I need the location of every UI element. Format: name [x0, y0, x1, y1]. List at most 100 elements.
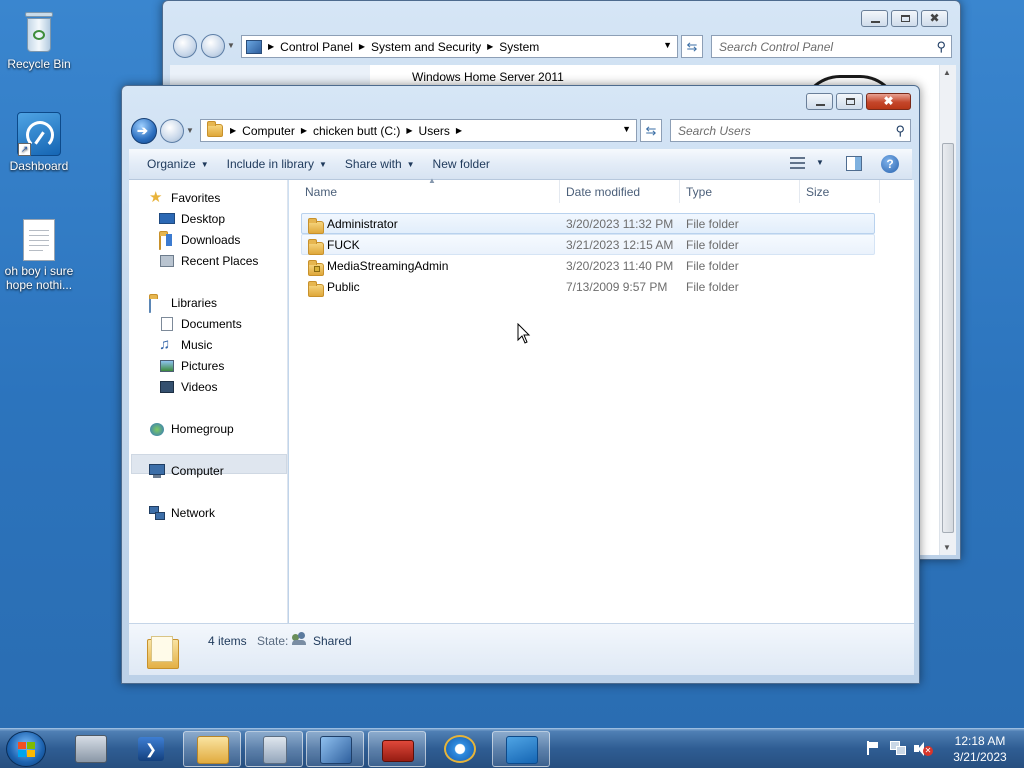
- nav-label: Music: [181, 338, 213, 352]
- maximize-button[interactable]: [836, 93, 863, 110]
- taskbar-powershell[interactable]: ❯: [122, 731, 180, 767]
- breadcrumb-control-panel[interactable]: Control Panel: [276, 40, 357, 54]
- nav-label: Videos: [181, 380, 218, 394]
- search-placeholder: Search Users: [678, 123, 751, 138]
- address-bar[interactable]: ▶ Control Panel ▶ System and Security ▶ …: [241, 35, 678, 58]
- recent-pages-chevron-icon[interactable]: ▼: [227, 41, 235, 50]
- details-pane: 4 items State: Shared: [129, 623, 914, 675]
- view-options-icon[interactable]: [790, 157, 805, 170]
- chevron-down-icon[interactable]: ▼: [622, 124, 631, 134]
- refresh-button[interactable]: ⇆: [640, 119, 662, 142]
- taskbar-internet-explorer[interactable]: [431, 731, 489, 767]
- file-date: 3/21/2023 12:15 AM: [566, 237, 674, 252]
- chevron-right-icon: ▶: [300, 126, 307, 135]
- minimize-button[interactable]: [861, 10, 888, 27]
- explorer-window[interactable]: ✖ ➔ ▼ ▶ Computer ▶ chicken butt (C:) ▶ U…: [121, 85, 920, 684]
- pictures-icon: [159, 358, 175, 374]
- taskbar-toolbox[interactable]: [368, 731, 426, 767]
- table-row[interactable]: FUCK 3/21/2023 12:15 AM File folder: [301, 234, 875, 255]
- include-label: Include in library: [226, 157, 314, 171]
- system-clock[interactable]: 12:18 AM 3/21/2023: [940, 733, 1020, 765]
- scrollbar-thumb[interactable]: [942, 143, 954, 533]
- table-row[interactable]: Public 7/13/2009 9:57 PM File folder: [301, 276, 875, 297]
- nav-label: Libraries: [171, 296, 218, 310]
- recent-places-icon: [159, 253, 175, 269]
- nav-network[interactable]: Network: [149, 505, 215, 521]
- desktop-icon-recycle-bin[interactable]: Recycle Bin: [1, 8, 77, 71]
- item-count: 4 items: [208, 634, 247, 648]
- volume-muted-icon[interactable]: ✕: [914, 741, 933, 757]
- taskbar-item-3[interactable]: [245, 731, 303, 767]
- breadcrumb-computer[interactable]: Computer: [238, 124, 299, 138]
- chevron-down-icon[interactable]: ▼: [816, 158, 824, 167]
- taskbar-control-panel[interactable]: [306, 731, 364, 767]
- column-header-size[interactable]: Size: [800, 180, 880, 203]
- breadcrumb-system[interactable]: System: [495, 40, 543, 54]
- nav-recent-places[interactable]: Recent Places: [159, 253, 258, 269]
- scrollbar[interactable]: ▲ ▼: [939, 65, 956, 555]
- column-header-name[interactable]: Name: [299, 180, 560, 203]
- share-with-button[interactable]: Share with ▼: [336, 157, 424, 171]
- nav-documents[interactable]: Documents: [159, 316, 242, 332]
- close-button[interactable]: ✖: [921, 10, 948, 27]
- taskbar-explorer[interactable]: [183, 731, 241, 767]
- back-button[interactable]: ➔: [131, 118, 157, 144]
- nav-music[interactable]: ♫ Music: [159, 337, 212, 353]
- search-input[interactable]: Search Users ⚲: [670, 119, 911, 142]
- desktop-icon-text-file[interactable]: oh boy i sure hope nothi...: [1, 219, 77, 292]
- address-bar[interactable]: ▶ Computer ▶ chicken butt (C:) ▶ Users ▶…: [200, 119, 637, 142]
- organize-button[interactable]: Organize ▼: [129, 157, 218, 171]
- breadcrumb-drive[interactable]: chicken butt (C:): [309, 124, 404, 138]
- share-label: Share with: [344, 157, 402, 171]
- file-type: File folder: [686, 279, 739, 294]
- clock-time: 12:18 AM: [954, 734, 1006, 748]
- nav-favorites[interactable]: ★ Favorites: [149, 190, 220, 206]
- search-icon[interactable]: ⚲: [936, 39, 946, 55]
- organize-label: Organize: [147, 157, 196, 171]
- chevron-down-icon: ▼: [406, 159, 415, 169]
- column-header-date[interactable]: Date modified: [560, 180, 680, 203]
- file-name: FUCK: [327, 237, 360, 252]
- nav-homegroup[interactable]: Homegroup: [149, 421, 234, 437]
- desktop-icon-label: Dashboard: [9, 159, 69, 173]
- new-folder-button[interactable]: New folder: [424, 157, 499, 171]
- close-button[interactable]: ✖: [866, 93, 911, 110]
- state-label: State:: [257, 634, 289, 648]
- nav-desktop[interactable]: Desktop: [159, 211, 225, 227]
- chevron-down-icon[interactable]: ▼: [663, 40, 672, 50]
- column-header-type[interactable]: Type: [680, 180, 800, 203]
- folder-icon: [308, 218, 324, 234]
- action-center-flag-icon[interactable]: [867, 741, 879, 755]
- forward-button[interactable]: [201, 34, 225, 58]
- start-button[interactable]: [6, 731, 46, 767]
- file-transfer-icon: [263, 736, 287, 764]
- taskbar-dashboard[interactable]: [492, 731, 550, 767]
- nav-downloads[interactable]: Downloads: [159, 232, 240, 250]
- refresh-button[interactable]: ⇆: [681, 35, 703, 58]
- libraries-icon: [149, 295, 165, 313]
- network-status-icon[interactable]: [890, 741, 906, 755]
- desktop-icon-dashboard[interactable]: ↗ Dashboard: [1, 112, 77, 173]
- search-icon[interactable]: ⚲: [895, 123, 905, 139]
- breadcrumb-system-and-security[interactable]: System and Security: [367, 40, 485, 54]
- minimize-button[interactable]: [806, 93, 833, 110]
- server-manager-icon: [75, 735, 107, 763]
- search-input[interactable]: Search Control Panel ⚲: [711, 35, 952, 58]
- back-button[interactable]: [173, 34, 197, 58]
- nav-libraries[interactable]: Libraries: [149, 295, 218, 313]
- nav-computer[interactable]: Computer: [149, 463, 224, 479]
- nav-videos[interactable]: Videos: [159, 379, 217, 395]
- chevron-right-icon: ▶: [487, 42, 494, 51]
- maximize-button[interactable]: [891, 10, 918, 27]
- include-in-library-button[interactable]: Include in library ▼: [218, 157, 336, 171]
- folder-icon: [308, 281, 324, 297]
- taskbar-server-manager[interactable]: [62, 731, 120, 767]
- forward-button[interactable]: [160, 119, 184, 143]
- preview-pane-icon[interactable]: [846, 156, 862, 171]
- table-row[interactable]: Administrator 3/20/2023 11:32 PM File fo…: [301, 213, 875, 234]
- help-icon[interactable]: ?: [881, 155, 899, 173]
- recent-pages-chevron-icon[interactable]: ▼: [186, 126, 194, 135]
- nav-pictures[interactable]: Pictures: [159, 358, 224, 374]
- table-row[interactable]: MediaStreamingAdmin 3/20/2023 11:40 PM F…: [301, 255, 875, 276]
- breadcrumb-users[interactable]: Users: [415, 124, 454, 138]
